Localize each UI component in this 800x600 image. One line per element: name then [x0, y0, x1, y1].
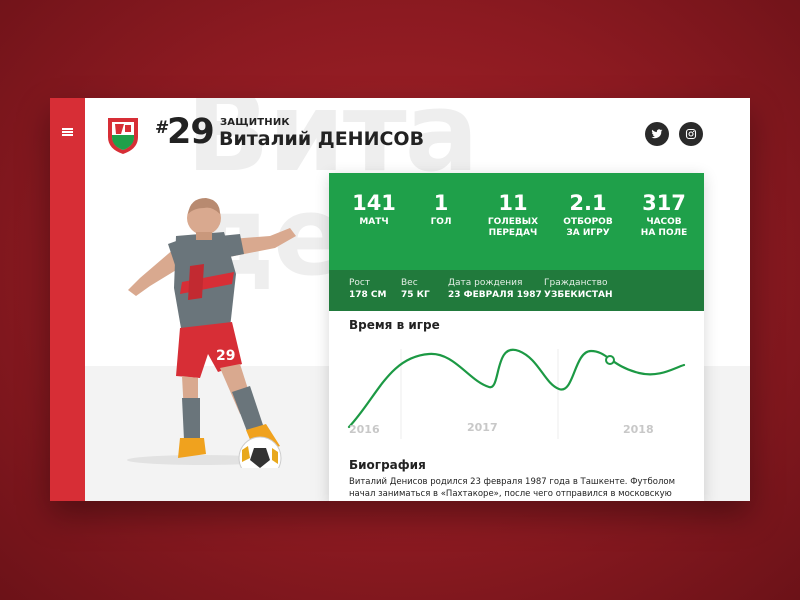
stat-hours: 317 ЧАСОВ НА ПОЛЕ: [640, 191, 688, 238]
sidebar: [50, 98, 85, 501]
stat-goals: 1 ГОЛ: [430, 191, 452, 227]
playtime-marker[interactable]: [605, 355, 615, 365]
player-name: Виталий ДЕНИСОВ: [219, 128, 425, 150]
twitter-icon: [651, 129, 663, 139]
instagram-button[interactable]: [679, 122, 703, 146]
year-label: 2017: [467, 421, 498, 434]
bio-title: Биография: [349, 458, 426, 472]
player-photo: 29: [127, 198, 296, 468]
player-card: Вита де # 29 ЗАЩИТНИК Виталий ДЕНИСОВ 29…: [50, 98, 750, 501]
playtime-chart: 2016 2017 2018 Время в игре: [329, 311, 704, 441]
player-number: 29: [167, 112, 215, 152]
playtime-line: [347, 348, 686, 429]
instagram-icon: [685, 128, 697, 140]
menu-icon[interactable]: [62, 128, 73, 136]
stats-bar: 141 МАТЧ 1 ГОЛ 11 ГОЛЕВЫХ ПЕРЕДАЧ 2.1 ОТ…: [329, 173, 704, 270]
twitter-button[interactable]: [645, 122, 669, 146]
svg-text:29: 29: [216, 348, 235, 364]
stat-assists: 11 ГОЛЕВЫХ ПЕРЕДАЧ: [487, 191, 539, 238]
info-bar: Рост 178 СМ Вес 75 КГ Дата рождения 23 Ф…: [329, 270, 704, 311]
stat-tackles: 2.1 ОТБОРОВ ЗА ИГРУ: [563, 191, 613, 238]
player-position: ЗАЩИТНИК: [220, 117, 290, 128]
year-label: 2018: [623, 423, 654, 436]
year-label: 2016: [349, 423, 380, 436]
info-birthdate: Дата рождения 23 ФЕВРАЛЯ 1987: [448, 278, 542, 300]
info-weight: Вес 75 КГ: [401, 278, 430, 300]
info-citizenship: Гражданство УЗБЕКИСТАН: [544, 278, 613, 300]
chart-title: Время в игре: [349, 318, 440, 332]
info-height: Рост 178 СМ: [349, 278, 387, 300]
stats-panel: 141 МАТЧ 1 ГОЛ 11 ГОЛЕВЫХ ПЕРЕДАЧ 2.1 ОТ…: [329, 173, 704, 501]
bio-text: Виталий Денисов родился 23 февраля 1987 …: [349, 477, 676, 499]
club-logo: [108, 118, 138, 154]
